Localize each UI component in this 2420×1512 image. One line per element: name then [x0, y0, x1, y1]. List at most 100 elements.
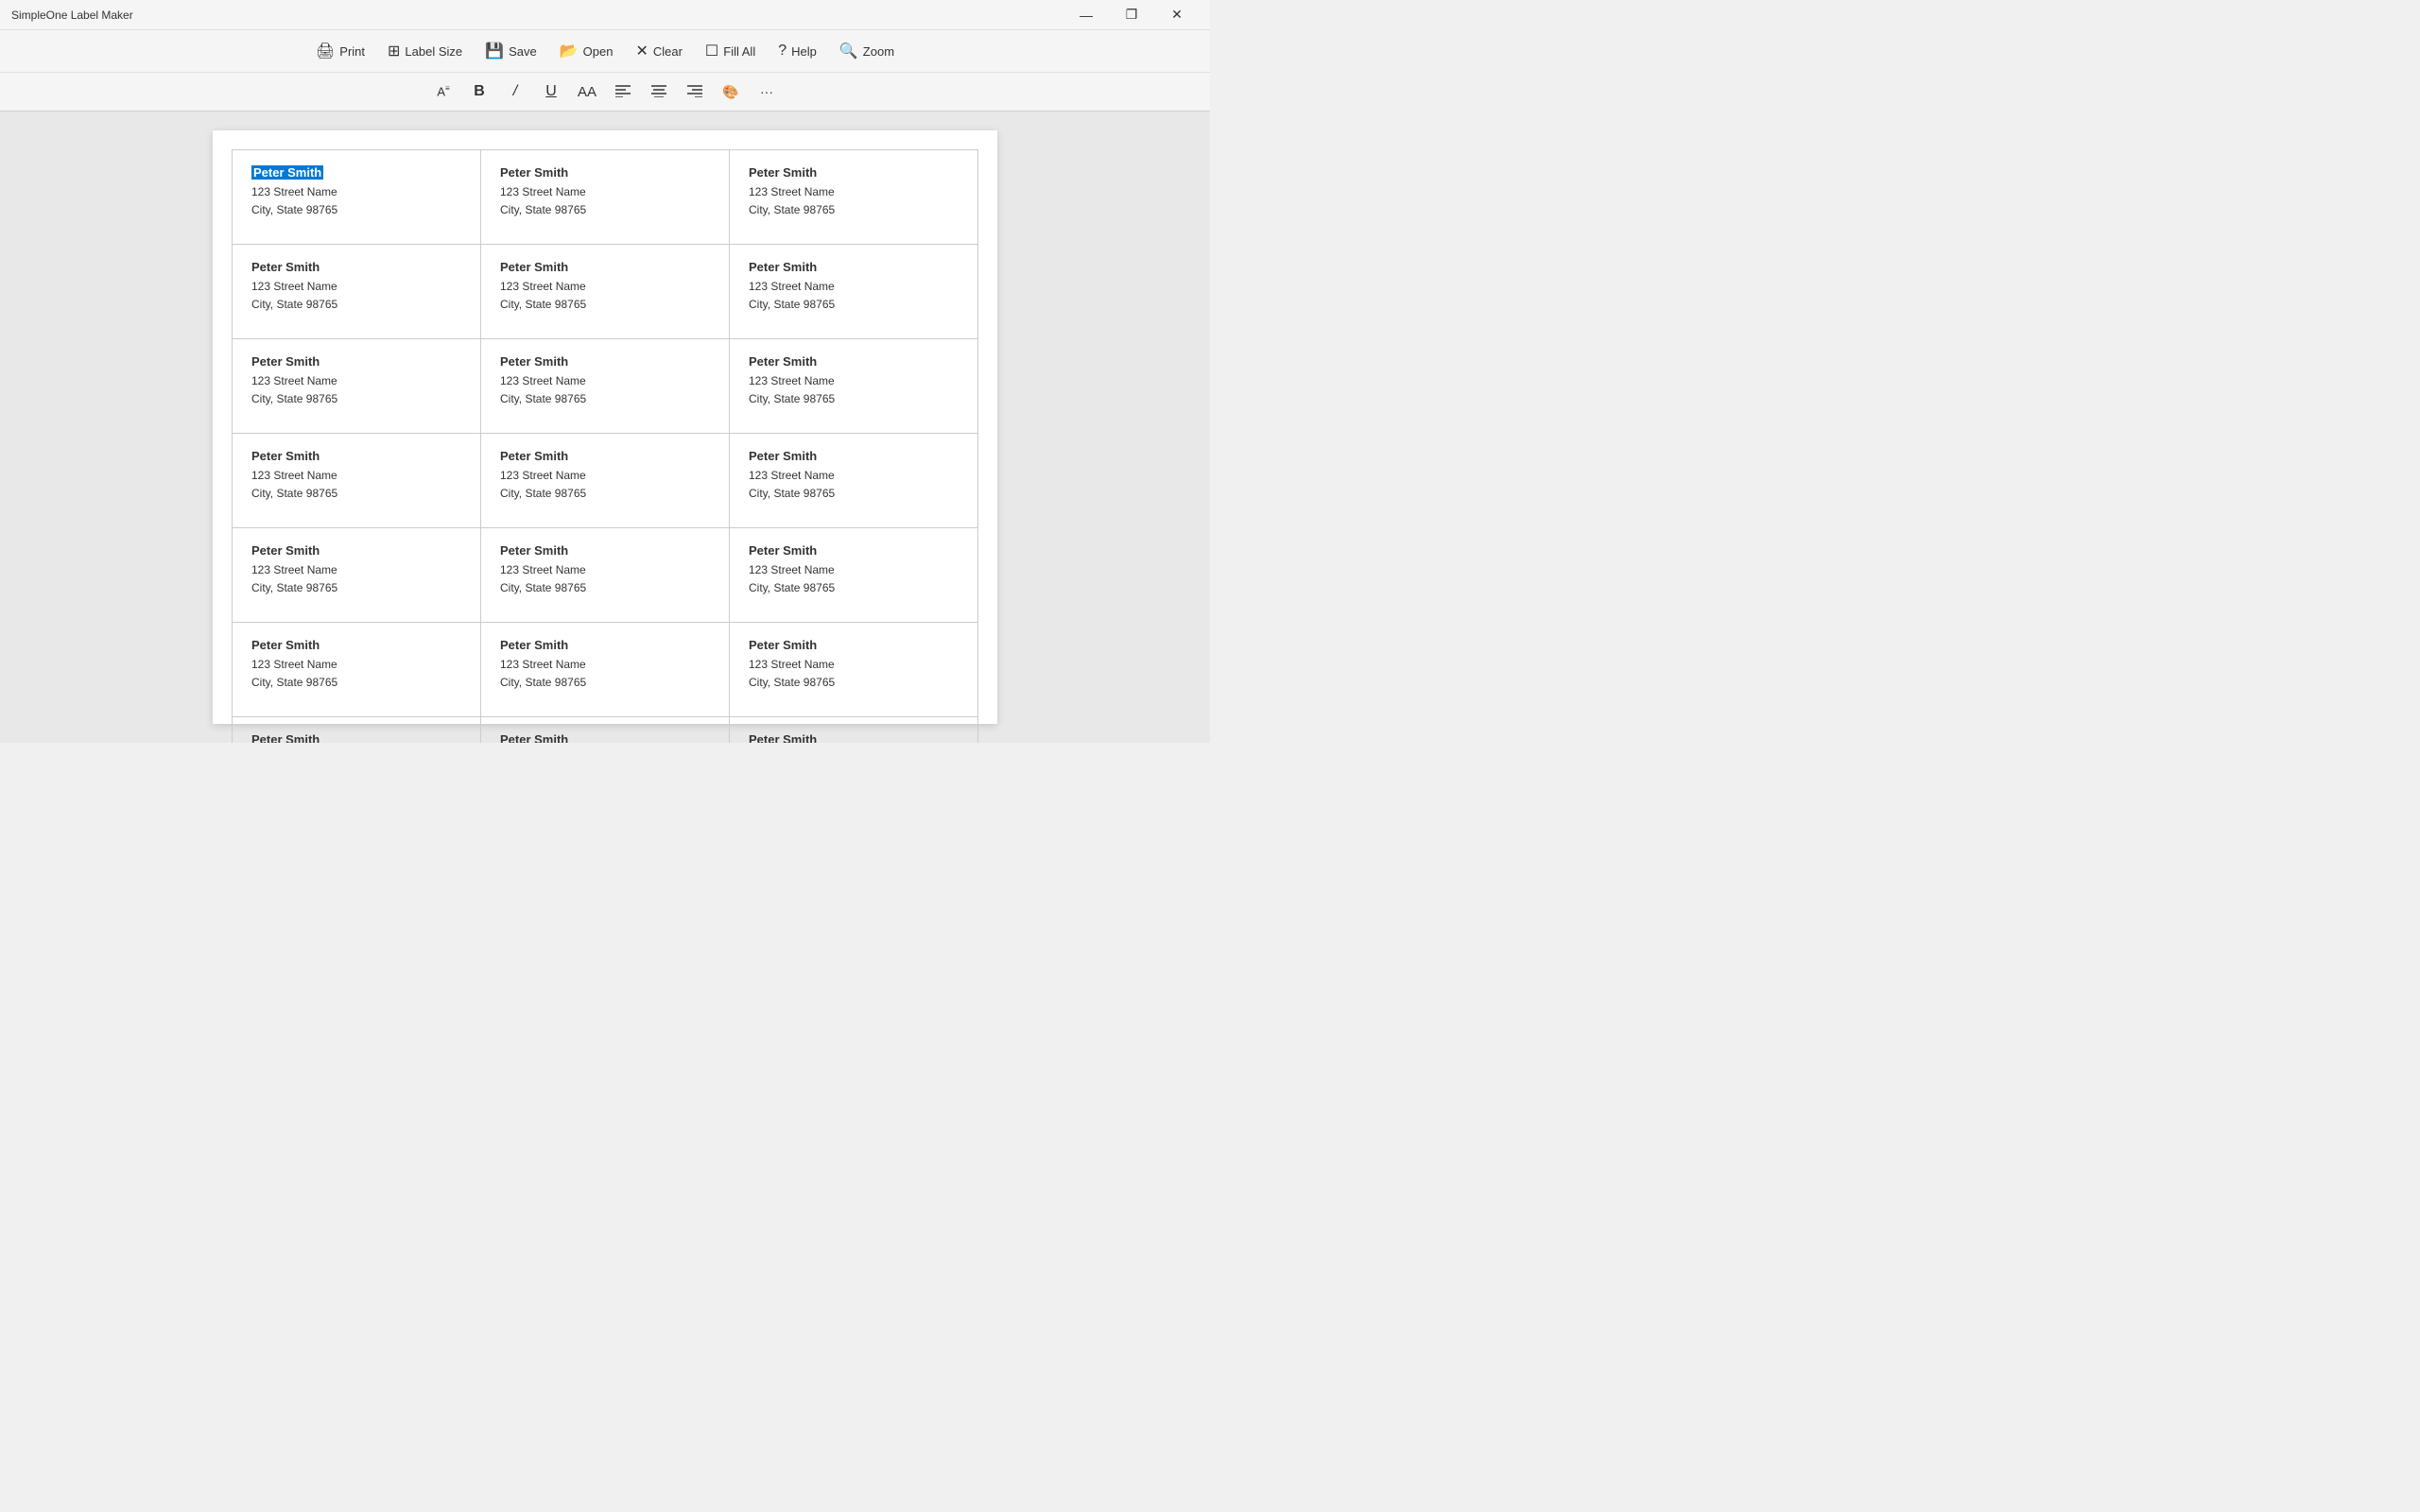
label-cell[interactable]: Peter Smith123 Street Name City, State 9…	[481, 623, 730, 717]
italic-icon: /	[513, 83, 517, 100]
label-name: Peter Smith	[749, 165, 959, 180]
close-button[interactable]: ✕	[1155, 0, 1199, 30]
print-icon: 🖨	[316, 42, 335, 60]
label-name: Peter Smith	[749, 260, 959, 274]
label-address: 123 Street Name City, State 98765	[749, 278, 959, 314]
zoom-label: Zoom	[863, 44, 894, 59]
underline-icon: U	[545, 83, 557, 100]
label-name: Peter Smith	[749, 732, 959, 743]
label-cell[interactable]: Peter Smith 123 Street Name City, State 9…	[730, 339, 978, 434]
label-cell[interactable]: Peter Smith 123 Street Name City, State 9…	[730, 245, 978, 339]
label-cell[interactable]: Peter Smith123 Street Name City, State 9…	[730, 528, 978, 623]
label-cell[interactable]: Peter Smith123 Street Name City, State 9…	[481, 528, 730, 623]
label-cell[interactable]: Peter Smith 123 Street Name City, State 9…	[730, 434, 978, 528]
align-right-button[interactable]	[678, 77, 712, 107]
label-address: 123 Street Name City, State 98765	[251, 561, 461, 597]
help-label: Help	[791, 44, 817, 59]
minimize-button[interactable]: —	[1064, 0, 1108, 30]
help-icon: ?	[778, 43, 786, 60]
label-cell[interactable]: Peter Smith123 Street Name City, State 9…	[233, 339, 481, 434]
label-cell[interactable]: Peter Smith 123 Street Name City, State 9…	[481, 150, 730, 245]
help-button[interactable]: ? Help	[769, 37, 826, 65]
label-size-icon: ⊞	[388, 42, 400, 60]
label-address: 123 Street Name City, State 98765	[500, 278, 710, 314]
label-address: 123 Street Name City, State 98765	[749, 656, 959, 692]
bold-button[interactable]: B	[462, 77, 496, 107]
label-cell[interactable]: Peter Smith123 Street Name City, State 9…	[481, 434, 730, 528]
label-cell[interactable]: Peter Smith 123 Street Name City, State 9…	[233, 528, 481, 623]
label-cell[interactable]: Peter Smith 123 Street Name City, State 9…	[730, 150, 978, 245]
label-name: Peter Smith	[500, 260, 710, 274]
label-cell[interactable]: Peter Smith123 Street Name City, State 9…	[233, 434, 481, 528]
label-cell[interactable]: Peter Smith 123 Street Name City, State 9…	[233, 150, 481, 245]
window-controls: — ❐ ✕	[1064, 0, 1199, 30]
label-name: Peter Smith	[251, 543, 461, 558]
label-name: Peter Smith	[251, 260, 461, 274]
label-name: Peter Smith	[500, 449, 710, 463]
label-address: 123 Street Name City, State 98765	[251, 278, 461, 314]
font-aa-button[interactable]: AA	[570, 77, 604, 107]
title-bar-left: SimpleOne Label Maker	[11, 9, 133, 22]
toolbar-container: 🖨 Print ⊞ Label Size 💾 Save 📂 Open ✕ Cle…	[0, 30, 1210, 112]
label-cell[interactable]: Peter Smith 123 Street Name City, State 9…	[233, 623, 481, 717]
label-cell[interactable]: Peter Smith123 Street Name City, State 9…	[730, 717, 978, 743]
label-name: Peter Smith	[749, 449, 959, 463]
align-center-icon	[650, 84, 667, 100]
label-size-button[interactable]: ⊞ Label Size	[378, 36, 472, 66]
label-address: 123 Street Name City, State 98765	[749, 561, 959, 597]
label-name: Peter Smith	[251, 638, 461, 652]
label-cell[interactable]: Peter Smith 123 Street Name City, State 9…	[233, 245, 481, 339]
label-cell[interactable]: Peter Smith123 Street Name City, State 9…	[481, 717, 730, 743]
fill-all-icon: ☐	[705, 42, 718, 60]
label-name: Peter Smith	[749, 354, 959, 369]
label-address: 123 Street Name City, State 98765	[749, 183, 959, 219]
font-aa-icon: AA	[578, 84, 596, 100]
fill-all-button[interactable]: ☐ Fill All	[696, 36, 765, 66]
label-name: Peter Smith	[500, 732, 710, 743]
bold-icon: B	[474, 83, 485, 100]
print-button[interactable]: 🖨 Print	[306, 36, 374, 66]
save-label: Save	[509, 44, 537, 59]
label-cell[interactable]: Peter Smith123 Street Name City, State 9…	[233, 717, 481, 743]
underline-button[interactable]: U	[534, 77, 568, 107]
label-cell[interactable]: Peter Smith123 Street Name City, State 9…	[481, 339, 730, 434]
label-address: 123 Street Name City, State 98765	[500, 183, 710, 219]
label-address: 123 Street Name City, State 98765	[251, 183, 461, 219]
italic-button[interactable]: /	[498, 77, 532, 107]
label-cell[interactable]: Peter Smith 123 Street Name City, State 9…	[730, 623, 978, 717]
clear-label: Clear	[653, 44, 683, 59]
label-name: Peter Smith	[500, 165, 710, 180]
color-icon: 🎨	[722, 84, 738, 100]
maximize-button[interactable]: ❐	[1110, 0, 1153, 30]
label-name: Peter Smith	[251, 732, 461, 743]
save-button[interactable]: 💾 Save	[475, 36, 546, 66]
app-title: SimpleOne Label Maker	[11, 9, 133, 22]
color-button[interactable]: 🎨	[714, 77, 748, 107]
label-name: Peter Smith	[500, 638, 710, 652]
label-name: Peter Smith	[251, 449, 461, 463]
print-label: Print	[339, 44, 365, 59]
title-bar: SimpleOne Label Maker — ❐ ✕	[0, 0, 1210, 30]
label-cell[interactable]: Peter Smith 123 Street Name City, State 9…	[481, 245, 730, 339]
label-address: 123 Street Name City, State 98765	[500, 561, 710, 597]
label-name-selected: Peter Smith	[251, 165, 323, 180]
fill-all-label: Fill All	[723, 44, 755, 59]
align-left-button[interactable]	[606, 77, 640, 107]
label-address: 123 Street Name City, State 98765	[749, 467, 959, 503]
zoom-icon: 🔍	[839, 42, 858, 60]
label-address: 123 Street Name City, State 98765	[500, 372, 710, 408]
label-name: Peter Smith	[749, 638, 959, 652]
label-address: 123 Street Name City, State 98765	[749, 372, 959, 408]
open-button[interactable]: 📂 Open	[550, 36, 623, 66]
open-label: Open	[583, 44, 614, 59]
labels-grid: Peter Smith 123 Street Name City, State 9…	[232, 149, 978, 743]
label-address: 123 Street Name City, State 98765	[251, 656, 461, 692]
font-size-button[interactable]: A≡	[426, 77, 460, 107]
more-button[interactable]: ···	[750, 77, 784, 107]
clear-icon: ✕	[635, 42, 648, 60]
zoom-button[interactable]: 🔍 Zoom	[830, 36, 904, 66]
align-center-button[interactable]	[642, 77, 676, 107]
labels-page: Peter Smith 123 Street Name City, State 9…	[213, 130, 997, 724]
clear-button[interactable]: ✕ Clear	[626, 36, 691, 66]
align-right-icon	[686, 84, 703, 100]
